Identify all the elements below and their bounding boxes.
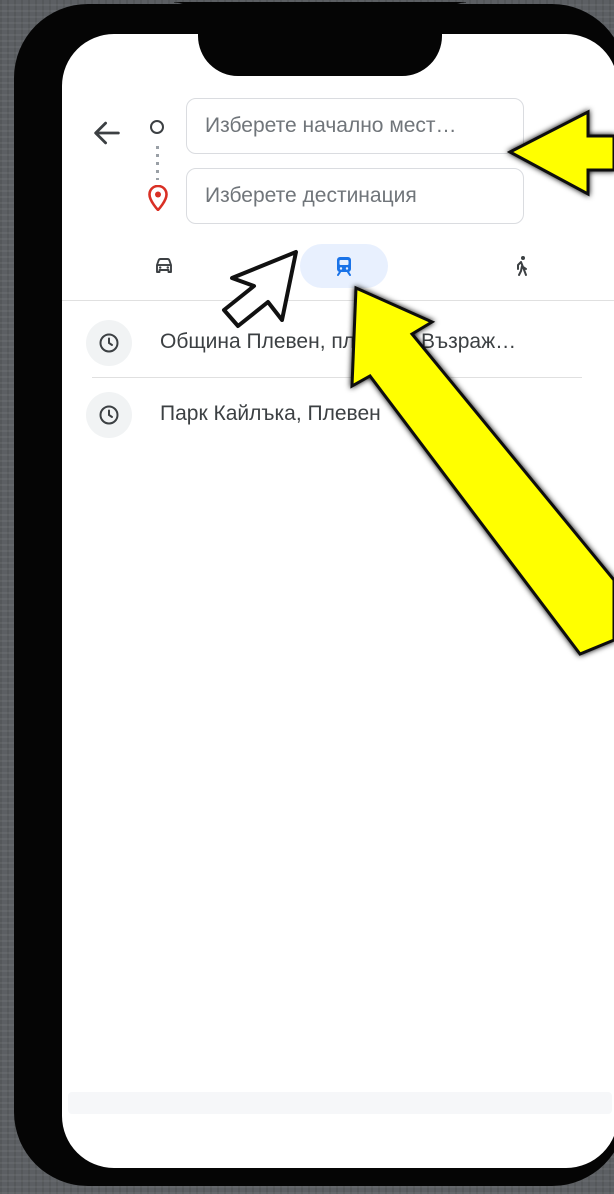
tabs-divider	[62, 300, 614, 301]
phone-frame: Изберете начално мест… Изберете дестинац…	[14, 2, 614, 1186]
back-arrow-icon[interactable]	[90, 116, 124, 150]
destination-pin-icon	[148, 185, 168, 211]
recent-item-label: Парк Кайлъка, Плевен	[160, 402, 381, 425]
bottom-bar	[68, 1092, 612, 1114]
recent-item[interactable]: Парк Кайлъка, Плевен	[86, 390, 586, 440]
phone-screen: Изберете начално мест… Изберете дестинац…	[62, 34, 614, 1168]
phone-notch	[174, 2, 466, 76]
travel-mode-tabs	[62, 244, 614, 300]
recent-item[interactable]: Община Плевен, площад „Възраж…	[86, 318, 586, 368]
walk-icon	[517, 256, 527, 276]
car-icon	[156, 258, 172, 273]
clock-icon	[86, 392, 132, 438]
recent-item-label: Община Плевен, площад „Възраж…	[160, 330, 517, 353]
list-divider	[92, 377, 582, 378]
tab-car[interactable]	[142, 244, 186, 288]
tab-walk[interactable]	[500, 244, 544, 288]
transit-icon	[337, 257, 351, 276]
origin-circle-icon	[150, 120, 164, 134]
route-dots	[156, 146, 159, 180]
clock-icon	[86, 320, 132, 366]
start-location-input[interactable]: Изберете начално мест…	[186, 98, 524, 154]
destination-input[interactable]: Изберете дестинация	[186, 168, 524, 224]
tab-transit[interactable]	[300, 244, 388, 288]
